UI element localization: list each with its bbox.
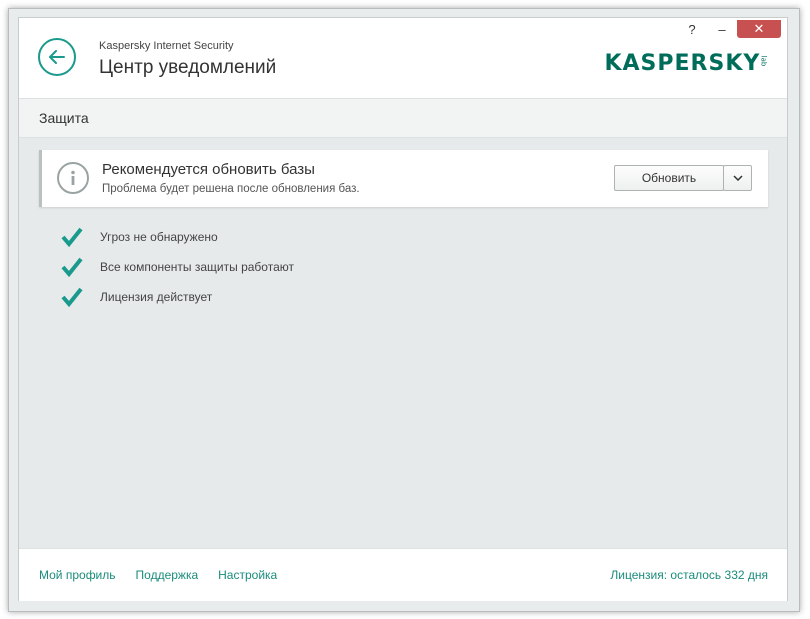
page-title: Центр уведомлений — [99, 57, 277, 78]
help-button[interactable]: ? — [677, 20, 707, 38]
update-button[interactable]: Обновить — [614, 165, 724, 191]
chevron-down-icon — [732, 175, 743, 181]
status-list: Угроз не обнаружено Все компоненты защит… — [61, 222, 294, 312]
update-dropdown-button[interactable] — [723, 165, 752, 191]
check-icon — [61, 287, 83, 308]
license-link[interactable]: Лицензия: осталось 332 дня — [610, 568, 768, 582]
footer-links: Мой профиль Поддержка Настройка — [39, 568, 277, 582]
section-title: Защита — [39, 110, 89, 126]
status-label: Все компоненты защиты работают — [100, 260, 294, 274]
header: Kaspersky Internet Security Центр уведом… — [19, 18, 787, 99]
app-name: Kaspersky Internet Security — [99, 40, 234, 52]
footer: Мой профиль Поддержка Настройка Лицензия… — [19, 548, 787, 601]
kaspersky-logo: KASPERSKYlab — [604, 51, 769, 76]
check-icon — [61, 257, 83, 278]
settings-link[interactable]: Настройка — [218, 568, 277, 582]
status-label: Угроз не обнаружено — [100, 230, 218, 244]
minimize-button[interactable]: – — [707, 20, 737, 38]
close-button[interactable]: ✕ — [737, 20, 781, 38]
notification-card: Рекомендуется обновить базы Проблема буд… — [39, 150, 768, 207]
status-item: Угроз не обнаружено — [61, 222, 294, 252]
back-arrow-icon — [49, 50, 65, 64]
logo-sub: lab — [759, 55, 768, 67]
check-icon — [61, 227, 83, 248]
status-item: Все компоненты защиты работают — [61, 252, 294, 282]
content-area: Рекомендуется обновить базы Проблема буд… — [19, 138, 787, 548]
section-bar: Защита — [19, 99, 787, 138]
notification-text: Проблема будет решена после обновления б… — [102, 183, 360, 195]
info-icon — [57, 162, 89, 194]
main-window: Kaspersky Internet Security Центр уведом… — [18, 17, 788, 601]
status-label: Лицензия действует — [100, 290, 213, 304]
logo-text: KASPERSKY — [604, 51, 761, 76]
my-profile-link[interactable]: Мой профиль — [39, 568, 116, 582]
window-controls: ? – ✕ — [677, 20, 781, 38]
status-item: Лицензия действует — [61, 282, 294, 312]
back-button[interactable] — [38, 38, 76, 76]
support-link[interactable]: Поддержка — [136, 568, 199, 582]
notification-title: Рекомендуется обновить базы — [102, 161, 315, 178]
